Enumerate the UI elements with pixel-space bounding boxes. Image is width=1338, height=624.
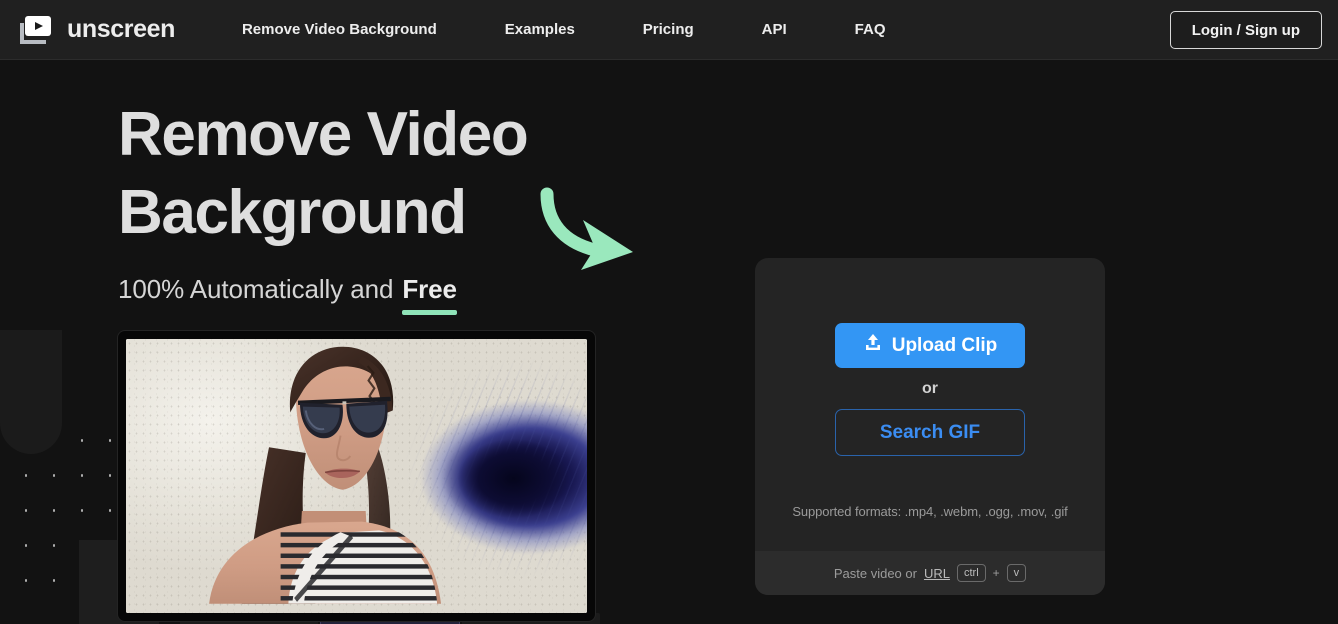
page-title: Remove Video Background [118, 96, 529, 252]
or-separator-label: or [922, 380, 938, 397]
nav-item-remove-video-background[interactable]: Remove Video Background [242, 13, 471, 46]
search-gif-button[interactable]: Search GIF [835, 409, 1025, 456]
top-navigation-bar: unscreen Remove Video Background Example… [0, 0, 1338, 60]
main-nav: Remove Video Background Examples Pricing… [242, 13, 920, 46]
nav-item-examples[interactable]: Examples [471, 13, 609, 46]
paste-hint-label: Paste video or [833, 565, 917, 581]
hero-subtitle: 100% Automatically and Free [118, 274, 527, 315]
nav-item-api[interactable]: API [728, 13, 821, 46]
page-title-line2: Background [118, 178, 467, 247]
kbd-ctrl: ctrl [956, 564, 986, 582]
upload-card-body: Upload Clip or Search GIF Supported form… [755, 258, 1105, 551]
kbd-plus: + [992, 566, 1000, 580]
upload-card: Upload Clip or Search GIF Supported form… [755, 258, 1105, 595]
hero-section: Remove Video Background 100% Automatical… [118, 96, 529, 315]
upload-clip-label: Upload Clip [891, 334, 998, 356]
page-title-line1: Remove Video [118, 100, 529, 169]
decorative-semicircle [0, 330, 62, 454]
paste-hint-footer: Paste video or URL ctrl + v [755, 551, 1105, 595]
login-signup-button[interactable]: Login / Sign up [1169, 11, 1322, 49]
upload-icon [863, 333, 883, 359]
brand-name: unscreen [67, 15, 175, 43]
brand-logo[interactable]: unscreen [16, 14, 175, 46]
hero-subtitle-highlight: Free [402, 274, 457, 315]
video-preview-image [126, 339, 587, 613]
url-link[interactable]: URL [924, 566, 950, 581]
preview-person-figure [209, 346, 442, 604]
curved-arrow-down-right-icon [537, 186, 647, 276]
video-preview-frame[interactable] [118, 331, 595, 621]
video-play-stack-icon [16, 14, 56, 46]
supported-formats-label: Supported formats: .mp4, .webm, .ogg, .m… [792, 504, 1068, 519]
nav-item-pricing[interactable]: Pricing [609, 13, 728, 46]
hero-subtitle-prefix: 100% Automatically and [118, 274, 394, 304]
upload-clip-button[interactable]: Upload Clip [835, 323, 1025, 368]
nav-item-faq[interactable]: FAQ [821, 13, 920, 46]
kbd-v: v [1006, 564, 1027, 582]
